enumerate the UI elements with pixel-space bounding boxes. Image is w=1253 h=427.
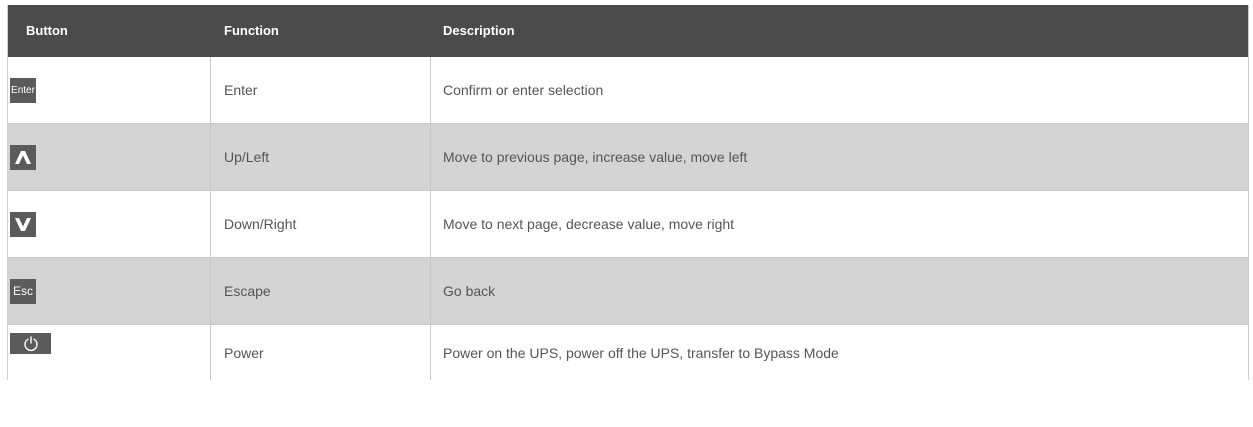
description-cell: Power on the UPS, power off the UPS, tra… <box>443 344 839 361</box>
function-cell: Escape <box>211 258 431 324</box>
up-arrow-icon <box>10 144 36 170</box>
description-cell: Confirm or enter selection <box>443 82 604 98</box>
header-function: Function <box>224 23 279 38</box>
description-cell: Move to next page, decrease value, move … <box>443 216 735 232</box>
table-header-row: Button Function Description <box>8 5 1248 57</box>
button-function-table: Button Function Description Enter Enter … <box>7 5 1249 380</box>
description-cell: Move to previous page, increase value, m… <box>443 149 748 165</box>
table-row-down: Down/Right Move to next page, decrease v… <box>8 191 1248 258</box>
table-row-up: Up/Left Move to previous page, increase … <box>8 124 1248 191</box>
description-cell: Go back <box>443 283 496 299</box>
button-cell <box>8 191 211 257</box>
function-cell: Power <box>211 325 431 380</box>
button-cell: Esc <box>8 258 211 324</box>
button-cell: Enter <box>8 57 211 123</box>
power-icon <box>10 333 51 354</box>
function-cell: Down/Right <box>211 191 431 257</box>
button-cell <box>8 325 211 380</box>
down-arrow-icon <box>10 211 36 237</box>
esc-key-icon: Esc <box>10 278 36 304</box>
enter-key-icon: Enter <box>10 77 36 103</box>
function-cell: Enter <box>211 57 431 123</box>
header-description: Description <box>443 23 515 38</box>
function-cell: Up/Left <box>211 124 431 190</box>
table-row-power: Power Power on the UPS, power off the UP… <box>8 325 1248 380</box>
button-cell <box>8 124 211 190</box>
table-row-enter: Enter Enter Confirm or enter selection <box>8 57 1248 124</box>
table-row-escape: Esc Escape Go back <box>8 258 1248 325</box>
header-button: Button <box>26 23 68 38</box>
